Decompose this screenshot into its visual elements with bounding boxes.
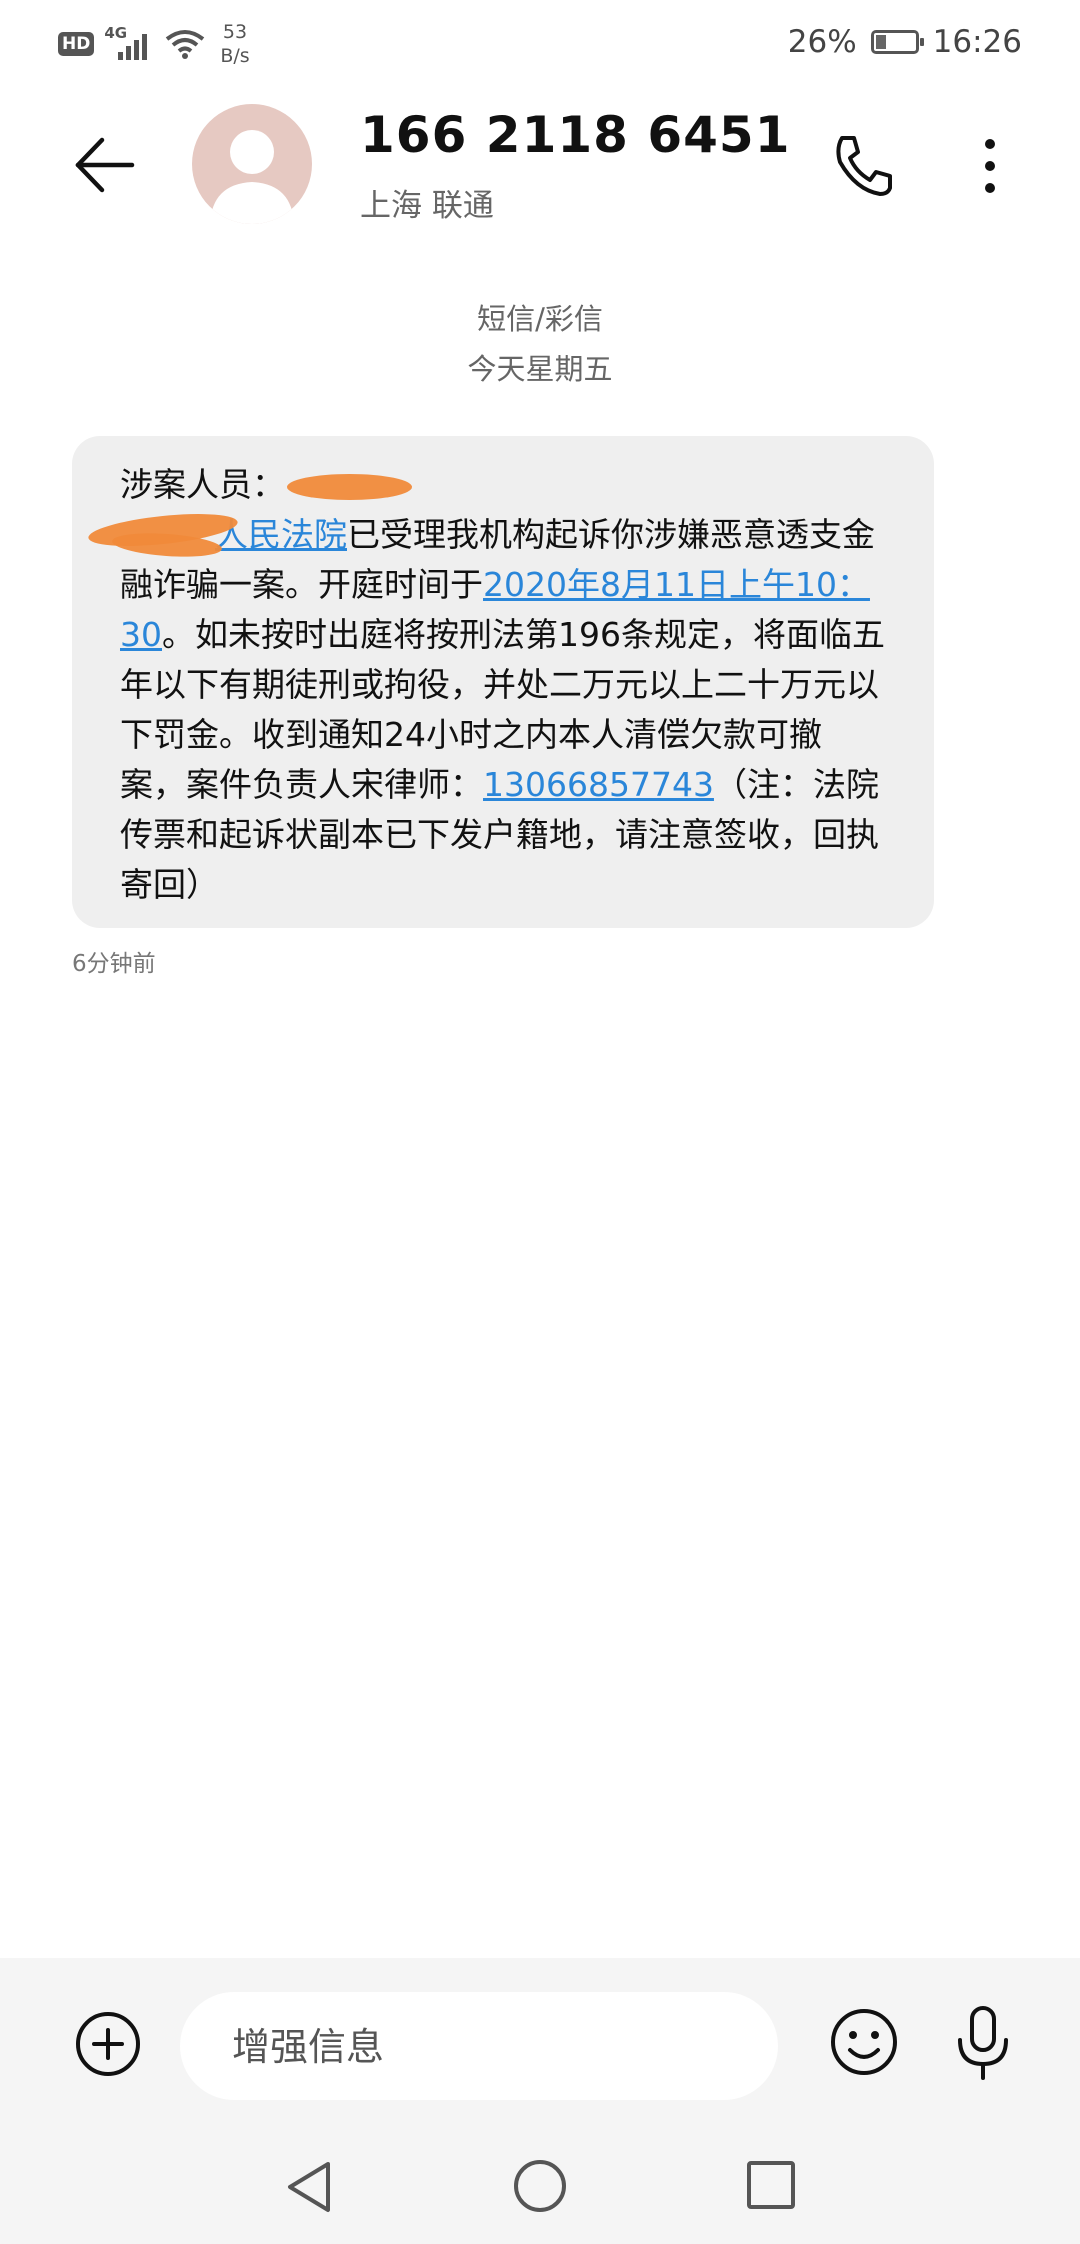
nav-recents-button[interactable] [744,2158,798,2212]
emoji-button[interactable] [828,2006,900,2078]
network-speed: 53 B/s [220,20,249,68]
contact-carrier: 上海 联通 [360,188,494,224]
speed-value: 53 [222,21,248,43]
contact-avatar[interactable] [192,104,312,224]
compose-bar [0,1958,1080,2122]
message-text: 涉案人员： 人民法院已受理我机构起诉你涉嫌恶意透支金融诈骗一案。开庭时间于2020… [120,460,886,910]
clock: 16:26 [932,24,1022,60]
status-right: 26% 16:26 [788,18,1022,66]
speed-unit: B/s [220,45,250,67]
microphone-icon [958,2006,1008,2080]
triangle-back-icon [288,2162,330,2212]
conversation-type-label: 短信/彩信 [477,302,603,336]
nav-back-button[interactable] [280,2158,338,2216]
call-button[interactable] [828,130,900,202]
emoji-icon [831,2009,897,2075]
message-case-person: 涉案人员： [120,465,285,504]
battery-percent: 26% [787,24,857,60]
message-input-container [180,1992,778,2102]
message-input[interactable] [230,1992,754,2102]
system-navigation-bar [0,2122,1080,2244]
signal-icon: 4G [104,24,154,64]
battery-icon [870,30,924,54]
avatar-person-icon [210,130,294,224]
contact-number: 166 2118 6451 [360,106,791,164]
add-attachment-button[interactable] [74,2010,142,2078]
nav-home-button[interactable] [512,2158,568,2214]
more-vertical-icon [985,139,995,193]
circle-home-icon [514,2160,566,2212]
conversation-date-label: 今天星期五 [467,352,613,386]
redaction-mark [287,474,412,500]
back-arrow-icon [75,137,135,193]
status-left: HD 4G 53 B/s [58,14,250,74]
add-circle-icon [76,2012,140,2076]
voice-input-button[interactable] [950,2002,1016,2082]
wifi-icon [166,30,205,59]
phone-call-icon [836,136,892,196]
message-bubble[interactable]: 涉案人员： 人民法院已受理我机构起诉你涉嫌恶意透支金融诈骗一案。开庭时间于2020… [72,436,934,928]
message-timestamp: 6分钟前 [72,951,156,977]
square-recents-icon [747,2161,795,2209]
back-button[interactable] [70,130,140,200]
phone-link[interactable]: 13066857743 [483,765,714,804]
hd-badge: HD [58,32,95,56]
status-bar: HD 4G 53 B/s 26% 16:26 [0,0,1080,82]
conversation-header: 166 2118 6451 上海 联通 [0,82,1080,252]
more-options-button[interactable] [960,130,1020,202]
